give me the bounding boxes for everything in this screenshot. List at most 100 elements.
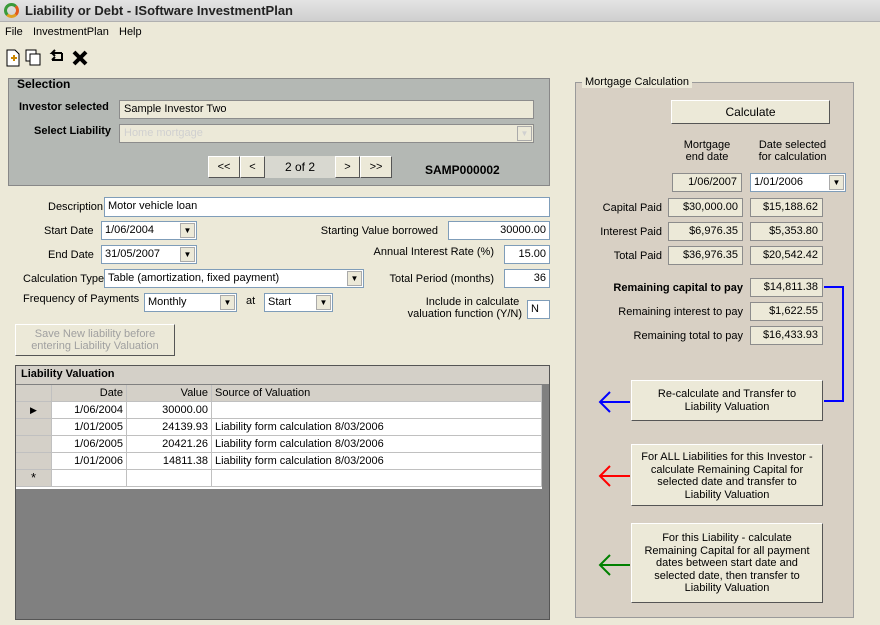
all-button-line-1: For ALL Liabilities for this Investor - — [641, 451, 813, 463]
valuation-title: Liability Valuation — [16, 366, 549, 384]
table-cell-source[interactable] — [212, 470, 542, 487]
this-button-line-1: For this Liability - calculate — [662, 532, 792, 544]
window-title: Liability or Debt - ISoftware Investment… — [25, 3, 293, 18]
capital-paid-selected: $15,188.62 — [750, 198, 823, 217]
include-label-line-2: valuation function (Y/N) — [407, 308, 522, 320]
row-selector[interactable]: ▶ — [16, 402, 52, 419]
include-label-line-1: Include in calculate — [425, 296, 520, 308]
interest-paid-label: Interest Paid — [600, 226, 662, 238]
this-liability-button[interactable]: For this Liability - calculate Remaining … — [631, 523, 823, 603]
last-record-button[interactable]: >> — [360, 156, 392, 178]
all-button-line-2: calculate Remaining Capital for — [650, 463, 804, 476]
description-label: Description — [48, 201, 104, 213]
mortgage-end-header-line-1: Mortgage — [683, 139, 731, 151]
include-label: Include in calculate — [425, 296, 520, 308]
end-date-picker[interactable]: 31/05/2007 ▼ — [101, 245, 197, 264]
table-cell-date[interactable] — [52, 470, 127, 487]
description-input[interactable]: Motor vehicle loan — [104, 197, 550, 217]
calc-date-picker[interactable]: 1/01/2006 ▼ — [750, 173, 846, 192]
total-paid-selected: $20,542.42 — [750, 246, 823, 265]
interest-paid-selected: $5,353.80 — [750, 222, 823, 241]
starting-value-label: Starting Value borrowed — [320, 225, 438, 237]
table-cell-source[interactable]: Liability form calculation 8/03/2006 — [212, 419, 542, 436]
undo-icon[interactable] — [47, 49, 66, 69]
value-column-header[interactable]: Value — [127, 385, 212, 402]
all-liabilities-button[interactable]: For ALL Liabilities for this Investor -c… — [631, 444, 823, 506]
calculate-button[interactable]: Calculate — [671, 100, 830, 124]
mortgage-end-header: Mortgage end date — [672, 139, 742, 163]
calc-type-select[interactable]: Table (amortization, fixed payment) ▼ — [104, 269, 364, 288]
investor-label: Investor selected — [19, 101, 109, 113]
source-column-header[interactable]: Source of Valuation — [212, 385, 542, 402]
table-cell-date[interactable]: 1/01/2005 — [52, 419, 127, 436]
table-cell-value[interactable] — [127, 470, 212, 487]
total-period-label: Total Period (months) — [389, 273, 494, 285]
recalc-button-line-2: Liability Valuation — [684, 401, 770, 413]
copy-icon[interactable] — [24, 49, 43, 69]
calc-type-label: Calculation Type — [23, 273, 105, 285]
prev-record-button[interactable]: < — [240, 156, 265, 178]
table-cell-source[interactable] — [212, 402, 542, 419]
menu-investment-plan[interactable]: InvestmentPlan — [33, 26, 109, 38]
menu-file[interactable]: File — [5, 26, 23, 38]
interest-rate-label: Annual Interest Rate (%) — [373, 246, 494, 258]
liability-select[interactable]: Home mortgage ▼ — [119, 124, 534, 143]
table-cell-date[interactable]: 1/06/2004 — [52, 402, 127, 419]
record-code: SAMP000002 — [425, 163, 500, 177]
row-selector[interactable] — [16, 436, 52, 453]
table-cell-value[interactable]: 14811.38 — [127, 453, 212, 470]
frequency-select[interactable]: Monthly ▼ — [144, 293, 237, 312]
chevron-down-icon[interactable]: ▼ — [829, 175, 844, 190]
total-paid-label: Total Paid — [613, 250, 662, 262]
table-cell-value[interactable]: 30000.00 — [127, 402, 212, 419]
grid-corner-header[interactable] — [16, 385, 52, 402]
frequency-label: Frequency of Payments — [23, 293, 140, 305]
at-label: at — [246, 295, 256, 307]
chevron-down-icon[interactable]: ▼ — [180, 247, 195, 262]
chevron-down-icon[interactable]: ▼ — [517, 126, 532, 141]
table-cell-source[interactable]: Liability form calculation 8/03/2006 — [212, 453, 542, 470]
chevron-down-icon[interactable]: ▼ — [347, 271, 362, 286]
chevron-down-icon[interactable]: ▼ — [316, 295, 331, 310]
capital-paid-label: Capital Paid — [602, 202, 662, 214]
new-document-icon[interactable] — [3, 49, 22, 69]
next-record-button[interactable]: > — [335, 156, 360, 178]
table-cell-value[interactable]: 20421.26 — [127, 436, 212, 453]
first-record-button[interactable]: << — [208, 156, 240, 178]
chevron-down-icon[interactable]: ▼ — [220, 295, 235, 310]
end-date-label: End Date — [48, 249, 94, 261]
total-period-input[interactable]: 36 — [504, 269, 550, 288]
row-selector[interactable] — [16, 453, 52, 470]
chevron-down-icon[interactable]: ▼ — [180, 223, 195, 238]
starting-value-input[interactable]: 30000.00 — [448, 221, 550, 240]
start-date-label: Start Date — [44, 225, 94, 237]
interest-rate-input[interactable]: 15.00 — [504, 245, 550, 264]
selected-date-header: Date selected for calculation — [750, 139, 835, 163]
menu-help[interactable]: Help — [119, 26, 142, 38]
save-button-line-2: entering Liability Valuation — [31, 340, 159, 352]
mortgage-end-header-line-2: end date — [685, 151, 729, 163]
delete-icon[interactable] — [70, 49, 89, 69]
save-new-liability-button[interactable]: Save New liability before entering Liabil… — [15, 324, 175, 356]
row-selector[interactable] — [16, 419, 52, 436]
table-cell-source[interactable]: Liability form calculation 8/03/2006 — [212, 436, 542, 453]
capital-paid-end: $30,000.00 — [668, 198, 743, 217]
valuation-table[interactable]: Date Value Source of Valuation ▶ 1/06/2004 30… — [16, 385, 542, 489]
new-row-selector[interactable]: * — [16, 470, 52, 487]
table-cell-date[interactable]: 1/01/2006 — [52, 453, 127, 470]
recalculate-transfer-button[interactable]: Re-calculate and Transfer to Liability Va… — [631, 380, 823, 421]
date-column-header[interactable]: Date — [52, 385, 127, 402]
record-position: 2 of 2 — [265, 156, 335, 178]
include-input[interactable]: N — [527, 300, 550, 319]
payment-timing-select[interactable]: Start ▼ — [264, 293, 333, 312]
mortgage-end-date: 1/06/2007 — [672, 173, 742, 192]
all-button-line-4: Liability Valuation — [684, 488, 770, 501]
start-date-picker[interactable]: 1/06/2004 ▼ — [101, 221, 197, 240]
liability-label: Select Liability — [34, 125, 112, 137]
interest-paid-end: $6,976.35 — [668, 222, 743, 241]
table-cell-date[interactable]: 1/06/2005 — [52, 436, 127, 453]
investor-field: Sample Investor Two — [119, 100, 534, 119]
all-button-line-3: selected date and transfer to — [657, 476, 797, 488]
selected-date-header-line-1: Date selected — [758, 139, 827, 151]
table-cell-value[interactable]: 24139.93 — [127, 419, 212, 436]
